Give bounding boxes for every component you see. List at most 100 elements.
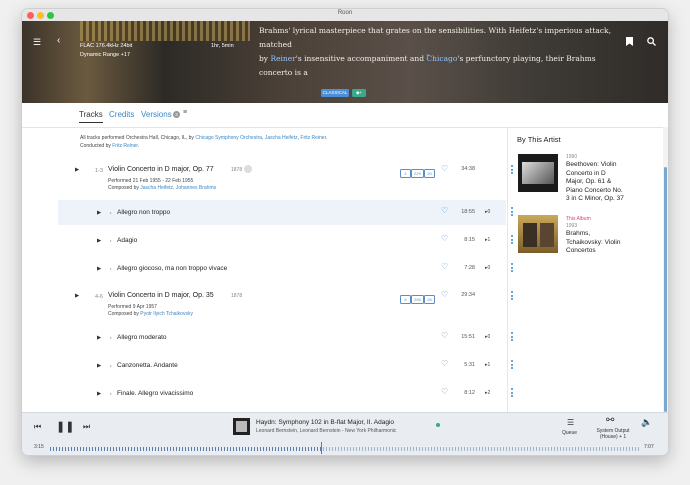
album-title-line: Piano Concerto No. (566, 186, 623, 194)
tab-credits[interactable]: Credits (109, 110, 134, 119)
album-title-line: Concertos (566, 247, 596, 254)
focus-icon[interactable] (244, 165, 252, 173)
play-icon[interactable]: ▶ (97, 238, 101, 244)
track-title[interactable]: Adagio (117, 237, 137, 244)
track-title[interactable]: Allegro moderato (117, 334, 167, 341)
quality-badge: 4 (400, 169, 411, 178)
pause-icon[interactable]: ❚❚ (56, 420, 74, 433)
album-title-line: Concerto in D (566, 169, 606, 177)
scrollbar-thumb[interactable] (664, 167, 667, 412)
track-duration: 15:51 (461, 334, 475, 340)
play-icon[interactable]: ▶ (75, 293, 79, 299)
versions-count-badge: 3 (173, 111, 180, 118)
work-row[interactable]: ▶ 1-3 Violin Concerto in D major, Op. 77… (58, 161, 513, 199)
play-icon[interactable]: ▶ (97, 266, 101, 272)
now-playing-cover[interactable] (233, 418, 250, 435)
album-title[interactable]: Brahms, Tchaikovsky: Violin Concertos (566, 230, 620, 256)
album-title-line: Beethoven: Violin (566, 161, 617, 168)
album-cover[interactable] (518, 215, 558, 253)
album-review: Brahms' lyrical masterpiece that grates … (259, 24, 617, 80)
track-row[interactable]: ▶ • Adagio ♡ 8:15 ▸1 (58, 228, 513, 253)
composer-link[interactable]: Jascha Heifetz, Johannes Brahms (140, 185, 216, 191)
album-tabs: Tracks Credits Versions 3 ≡ (22, 103, 668, 128)
signal-path-icon[interactable] (436, 423, 440, 427)
track-title[interactable]: Canzonetta. Andante (117, 362, 178, 369)
review-line-2: by Reiner's insensitive accompaniment an… (259, 52, 617, 80)
seek-marker[interactable] (321, 442, 322, 454)
conductor-link[interactable]: Fritz Reiner (112, 143, 138, 149)
add-tag-button[interactable]: ◆+ (352, 89, 366, 97)
quality-badge: 255 (411, 295, 424, 304)
play-icon[interactable]: ▶ (97, 391, 101, 397)
search-icon[interactable] (647, 37, 656, 49)
play-icon[interactable]: ▶ (97, 335, 101, 341)
play-count-value: 1 (487, 237, 491, 243)
hamburger-menu-icon[interactable]: ☰ (33, 37, 41, 47)
album-title[interactable]: Beethoven: Violin Concerto in D Major, O… (566, 161, 624, 204)
track-row[interactable]: ▶ • Canzonetta. Andante ♡ 5:31 ▸1 (58, 353, 513, 378)
play-icon[interactable]: ▶ (97, 363, 101, 369)
reiner-link[interactable]: Reiner (270, 54, 295, 63)
work-year: 1878 (231, 167, 243, 173)
seek-progress (50, 447, 321, 451)
chevron-down-icon[interactable]: ⌄ (425, 50, 431, 60)
genre-tag[interactable]: CLASSICAL (321, 89, 349, 97)
bullet-icon: • (110, 363, 112, 368)
composer-link[interactable]: Pyotr Ilyich Tchaikovsky (140, 311, 193, 317)
play-icon[interactable]: ▶ (97, 210, 101, 216)
queue-icon[interactable]: ☰ (567, 418, 574, 427)
bookmark-icon[interactable] (626, 37, 633, 48)
track-title[interactable]: Allegro giocoso, ma non troppo vivace (117, 265, 227, 272)
dynamic-range: Dynamic Range +17 (80, 52, 130, 58)
performed-date: Performed 21 Feb 1955 - 22 Feb 1955 (108, 178, 194, 184)
track-duration: 5:31 (464, 362, 475, 368)
play-count-value: 1 (487, 362, 491, 368)
tag-plus: + (359, 90, 363, 95)
previous-track-icon[interactable]: ⏮ (34, 422, 41, 432)
track-row[interactable]: ▶ • Finale. Allegro vivacissimo ♡ 8:12 ▸… (58, 381, 513, 406)
note-text: . (137, 143, 140, 149)
back-arrow-icon[interactable]: ‹ (57, 36, 60, 46)
work-title[interactable]: Violin Concerto in D major, Op. 77 (108, 166, 214, 173)
review-line-1: Brahms' lyrical masterpiece that grates … (259, 26, 611, 49)
play-count-value: 2 (487, 390, 491, 396)
orchestra-link[interactable]: Chicago Symphony Orchestra (195, 135, 262, 141)
now-playing-artists[interactable]: Leonard Bernstein, Leonard Bernstein - N… (256, 428, 396, 434)
performed-date: Performed 9 Apr 1957 (108, 304, 157, 310)
note-text: . (325, 135, 328, 141)
album-year: 1990 (566, 154, 578, 160)
link-icon[interactable]: ⚯ (606, 415, 614, 426)
tab-versions[interactable]: Versions (141, 110, 172, 119)
tab-tracks[interactable]: Tracks (79, 110, 103, 123)
volume-icon[interactable]: 🔈 (641, 417, 652, 428)
track-row[interactable]: ▶ • Allegro moderato ♡ 15:51 ▸0 (58, 325, 513, 350)
bullet-icon: • (110, 210, 112, 215)
album-hero: ☰ ‹ FLAC 176.4kHz 24bit 1hr, 5min Dynami… (22, 21, 668, 103)
next-track-icon[interactable]: ⏭ (83, 422, 90, 432)
chicago-link[interactable]: Chicago (426, 54, 457, 63)
now-playing-title[interactable]: Haydn: Symphony 102 in B-flat Major, II.… (256, 419, 394, 426)
play-count: ▸0 (485, 334, 491, 340)
album-duration: 1hr, 5min (211, 43, 234, 49)
track-row[interactable]: ▶ • Allegro non troppo ♡ 18:55 ▸0 (58, 200, 513, 225)
play-icon[interactable]: ▶ (75, 167, 79, 173)
album-cover[interactable] (518, 154, 558, 192)
track-row[interactable]: ▶ • Allegro giocoso, ma non troppo vivac… (58, 256, 513, 281)
track-title[interactable]: Allegro non troppo (117, 209, 170, 216)
filter-icon[interactable]: ≡ (183, 109, 187, 116)
track-title[interactable]: Finale. Allegro vivacissimo (117, 390, 193, 397)
reiner-link[interactable]: Fritz Reiner (300, 135, 326, 141)
scrollbar[interactable] (663, 127, 668, 412)
output-sub-label[interactable]: (House) + 1 (593, 434, 633, 440)
work-title[interactable]: Violin Concerto in D major, Op. 35 (108, 292, 214, 299)
work-duration: 34:38 (461, 166, 475, 172)
queue-label[interactable]: Queue (562, 430, 577, 436)
this-album-label: This Album (566, 216, 591, 222)
heifetz-link[interactable]: Jascha Heifetz (265, 135, 298, 141)
elapsed-time: 3:15 (34, 444, 44, 450)
work-row[interactable]: ▶ 4-6 Violin Concerto in D major, Op. 35… (58, 287, 513, 325)
format-info: FLAC 176.4kHz 24bit (80, 43, 133, 49)
play-count-value: 0 (487, 209, 491, 215)
play-count: ▸0 (485, 209, 491, 215)
composed-by: Composed by Pyotr Ilyich Tchaikovsky (108, 311, 193, 317)
